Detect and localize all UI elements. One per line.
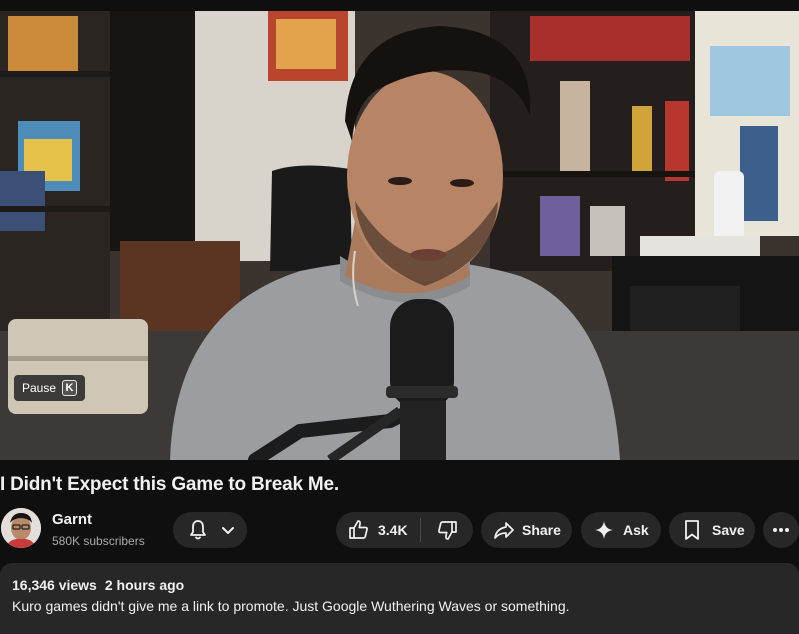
top-strip xyxy=(0,0,799,11)
upload-age: 2 hours ago xyxy=(104,577,185,593)
share-button[interactable]: Share xyxy=(481,512,572,548)
share-icon xyxy=(494,522,514,539)
save-button[interactable]: Save xyxy=(669,512,755,548)
video-title: I Didn't Expect this Game to Break Me. xyxy=(0,474,340,495)
bookmark-icon xyxy=(685,520,699,540)
chevron-down-icon xyxy=(222,527,234,534)
pause-tooltip: Pause K xyxy=(14,375,86,401)
sparkle-icon xyxy=(595,521,613,539)
save-label: Save xyxy=(712,522,745,538)
subscriber-count: 580K subscribers xyxy=(52,534,145,548)
more-icon xyxy=(773,528,789,532)
pause-shortcut-key: K xyxy=(62,380,78,396)
thumb-up-icon xyxy=(349,520,368,539)
notifications-button[interactable] xyxy=(173,512,247,548)
video-player[interactable]: Pause K xyxy=(0,11,799,460)
like-button[interactable]: 3.4K xyxy=(336,512,420,548)
dislike-button[interactable] xyxy=(421,512,473,548)
ask-label: Ask xyxy=(623,522,649,538)
video-meta: 16,346 views 2 hours ago xyxy=(12,577,184,593)
bell-icon xyxy=(190,520,206,540)
video-frame xyxy=(0,11,799,460)
channel-avatar[interactable] xyxy=(1,508,41,548)
share-label: Share xyxy=(522,522,561,538)
description-text: Kuro games didn't give me a link to prom… xyxy=(12,598,570,614)
more-actions-button[interactable] xyxy=(763,512,799,548)
avatar-image xyxy=(1,508,41,548)
channel-name[interactable]: Garnt xyxy=(52,511,92,528)
thumb-down-icon xyxy=(438,521,457,540)
pause-label: Pause xyxy=(22,381,57,395)
like-dislike-group: 3.4K xyxy=(336,512,473,548)
view-count: 16,346 views xyxy=(12,577,97,593)
like-count: 3.4K xyxy=(378,522,408,538)
ask-button[interactable]: Ask xyxy=(581,512,661,548)
